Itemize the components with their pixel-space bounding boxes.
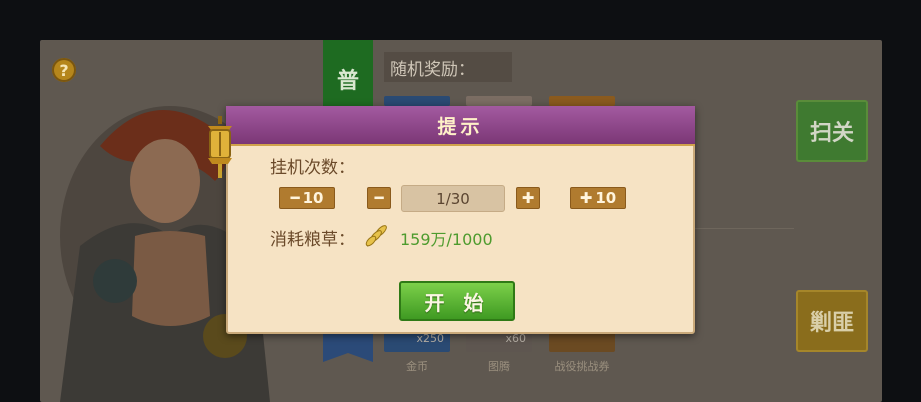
- minus-icon: ━: [374, 189, 384, 207]
- minus-icon: ━: [290, 189, 300, 207]
- dialog-title: 提示: [226, 106, 695, 146]
- sweep-button[interactable]: 扫关: [796, 100, 868, 162]
- quantity-display: 1/30: [401, 185, 505, 212]
- plus-10-button[interactable]: ✚ 10: [570, 187, 626, 209]
- reward-slot: [384, 96, 450, 106]
- plus-button[interactable]: ✚: [516, 187, 540, 209]
- reward-name: 图腾: [488, 360, 510, 373]
- minus-button[interactable]: ━: [367, 187, 391, 209]
- reward-item-ticket: [549, 332, 615, 352]
- reward-slot: [549, 96, 615, 106]
- plus-icon: ✚: [579, 189, 593, 207]
- reward-item-gold: x250: [384, 332, 450, 352]
- reward-item-totem: x60: [466, 332, 532, 352]
- plus-10-label: 10: [595, 189, 617, 207]
- help-icon[interactable]: ?: [52, 58, 76, 82]
- cost-value: 159万/1000: [400, 230, 493, 249]
- minus-10-label: 10: [302, 189, 324, 207]
- cost-label: 消耗粮草：: [270, 230, 355, 250]
- minus-10-button[interactable]: ━ 10: [279, 187, 335, 209]
- hang-count-label: 挂机次数：: [270, 158, 355, 178]
- reward-slot: [466, 96, 532, 106]
- reward-name: 金币: [406, 360, 428, 373]
- grain-icon: [365, 225, 387, 247]
- lantern-icon: [208, 116, 232, 178]
- plus-icon: ✚: [521, 189, 535, 207]
- start-button[interactable]: 开 始: [399, 281, 515, 321]
- reward-name: 战役挑战券: [554, 360, 610, 373]
- rewards-label: 随机奖励：: [384, 52, 512, 82]
- suppress-bandits-button[interactable]: 剿匪: [796, 290, 868, 352]
